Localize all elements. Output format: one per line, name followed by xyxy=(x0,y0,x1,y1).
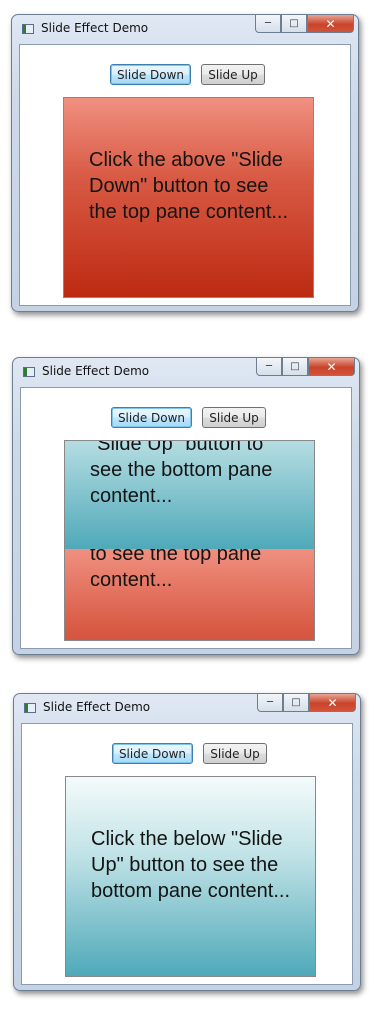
pane-container: Click the below "Slide Up" button to see… xyxy=(65,776,316,977)
pane-container: Click the above "Slide Down" button to s… xyxy=(63,97,314,298)
slide-down-button[interactable]: Slide Down xyxy=(111,407,192,428)
caption-buttons: ─ □ ✕ xyxy=(256,358,355,377)
bottom-pane: Click the below "Slide Up" button to see… xyxy=(66,777,315,976)
close-icon: ✕ xyxy=(327,695,338,710)
window-title: Slide Effect Demo xyxy=(42,364,150,378)
window-client-area: Slide Down Slide Up to see the top pane … xyxy=(20,387,352,649)
maximize-icon: □ xyxy=(290,360,300,372)
maximize-button[interactable]: □ xyxy=(282,358,308,376)
app-window-icon xyxy=(22,24,34,34)
maximize-button[interactable]: □ xyxy=(281,15,307,33)
minimize-button[interactable]: ─ xyxy=(257,694,283,712)
close-button[interactable]: ✕ xyxy=(308,358,355,376)
close-button[interactable]: ✕ xyxy=(307,15,354,33)
button-row: Slide Down Slide Up xyxy=(22,743,352,765)
minimize-icon: ─ xyxy=(264,17,272,29)
window-client-area: Slide Down Slide Up Click the below "Sli… xyxy=(21,723,353,985)
close-icon: ✕ xyxy=(326,359,337,374)
top-pane: Click the above "Slide Down" button to s… xyxy=(64,98,313,297)
window-title: Slide Effect Demo xyxy=(41,21,149,35)
top-pane: to see the top pane content... xyxy=(65,543,314,640)
slide-up-button[interactable]: Slide Up xyxy=(201,64,265,85)
minimize-icon: ─ xyxy=(266,696,274,708)
bottom-pane-text: Click the below "Slide Up" button to see… xyxy=(91,828,291,902)
top-pane-text: Click the above "Slide Down" button to s… xyxy=(89,149,289,223)
slide-down-button[interactable]: Slide Down xyxy=(110,64,191,85)
minimize-button[interactable]: ─ xyxy=(255,15,281,33)
close-button[interactable]: ✕ xyxy=(309,694,356,712)
caption-buttons: ─ □ ✕ xyxy=(257,694,356,713)
window-title: Slide Effect Demo xyxy=(43,700,151,714)
close-icon: ✕ xyxy=(325,16,336,31)
pane-container: to see the top pane content... "Slide Up… xyxy=(64,440,315,641)
bottom-pane-text: "Slide Up" button to see the bottom pane… xyxy=(90,440,273,507)
window-3: Slide Effect Demo ─ □ ✕ Slide Down Slide… xyxy=(13,693,361,991)
app-window-icon xyxy=(24,703,36,713)
button-row: Slide Down Slide Up xyxy=(21,407,351,429)
button-row: Slide Down Slide Up xyxy=(20,64,350,86)
bottom-pane: "Slide Up" button to see the bottom pane… xyxy=(65,440,314,549)
slide-up-button[interactable]: Slide Up xyxy=(202,407,266,428)
window-2: Slide Effect Demo ─ □ ✕ Slide Down Slide… xyxy=(12,357,360,655)
maximize-icon: □ xyxy=(289,17,299,29)
window-client-area: Slide Down Slide Up Click the above "Sli… xyxy=(19,44,351,306)
minimize-button[interactable]: ─ xyxy=(256,358,282,376)
slide-up-button[interactable]: Slide Up xyxy=(203,743,267,764)
window-1: Slide Effect Demo ─ □ ✕ Slide Down Slide… xyxy=(11,14,359,312)
app-window-icon xyxy=(23,367,35,377)
caption-buttons: ─ □ ✕ xyxy=(255,15,354,34)
maximize-button[interactable]: □ xyxy=(283,694,309,712)
maximize-icon: □ xyxy=(291,696,301,708)
slide-down-button[interactable]: Slide Down xyxy=(112,743,193,764)
minimize-icon: ─ xyxy=(265,360,273,372)
